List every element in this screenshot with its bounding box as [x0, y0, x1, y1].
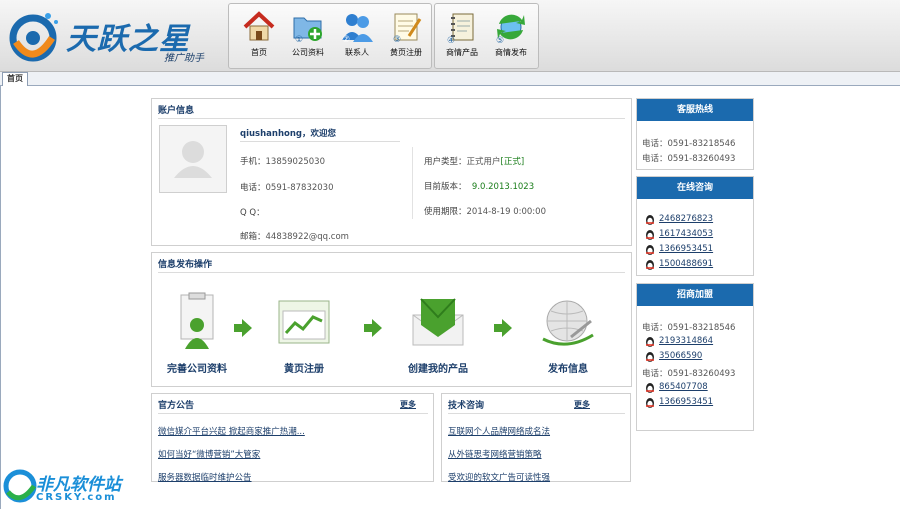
- account-panel-title: 账户信息: [158, 103, 195, 119]
- svg-text:④: ④: [447, 36, 455, 44]
- notice-item[interactable]: 如何当好“微博营销”大管家: [158, 448, 260, 460]
- qq-penguin-icon: [646, 230, 654, 240]
- notepad-pen-icon: ③: [393, 13, 422, 44]
- logo-subtext: 推广助手: [164, 53, 204, 64]
- tech-panel-title: 技术咨询: [448, 398, 485, 414]
- divider: [412, 147, 413, 219]
- hotline-title: 客服热线: [637, 99, 753, 121]
- notice-panel: 官方公告 更多 微信媒介平台兴起 掀起商家推广热潮... 如何当好“微博营销”大…: [151, 393, 434, 483]
- step-company-info[interactable]: 完善公司资料: [158, 291, 236, 375]
- qq-penguin-icon: [646, 215, 654, 225]
- globe-publish-icon: [542, 300, 594, 346]
- app-logo: 天跃之星 推广助手: [6, 8, 226, 64]
- svg-text:⑤: ⑤: [496, 36, 504, 44]
- step-arrow-icon: [364, 319, 382, 337]
- step-arrow-icon: [494, 319, 512, 337]
- divider: [158, 272, 625, 273]
- folder-add-icon: ①: [293, 17, 322, 44]
- top-toolbar: 天跃之星 推广助手 首页 ① 公司资料 ② 联系人 ③ 黄页注册 ④ 商情产品 …: [0, 0, 900, 72]
- divider: [240, 141, 400, 142]
- toolbar-group-1: 首页 ① 公司资料 ② 联系人 ③ 黄页注册: [228, 3, 432, 69]
- home-icon: [243, 11, 275, 41]
- join-title: 招商加盟: [637, 284, 753, 306]
- watermark-logo-icon: [3, 469, 37, 503]
- tech-more-link[interactable]: 更多: [574, 399, 590, 410]
- company-doc-user-icon: [180, 292, 214, 349]
- tel-row: 电话：0591-87832030: [240, 183, 334, 193]
- publish-panel: 信息发布操作 完善公司资料 黄页注册 创建我的产品 发布信息: [151, 252, 632, 387]
- qq-penguin-icon: [646, 245, 654, 255]
- step-publish-info[interactable]: 发布信息: [528, 291, 608, 375]
- step-yellowpage[interactable]: 黄页注册: [264, 291, 344, 375]
- tech-item[interactable]: 受欢迎的软文广告可读性强: [448, 471, 550, 483]
- toolbar-products-button[interactable]: ④ 商情产品: [435, 8, 489, 66]
- join-panel: 招商加盟 电话：0591-83218546 2193314864 3506659…: [636, 283, 754, 431]
- qq-row: Q Q：: [240, 208, 265, 218]
- qq-penguin-icon: [646, 398, 654, 408]
- notice-panel-title: 官方公告: [158, 398, 195, 414]
- hotline-tel: 电话：0591-83260493: [642, 154, 736, 164]
- step-arrow-icon: [234, 319, 252, 337]
- version-row: 目前版本： 9.0.2013.1023: [424, 182, 535, 192]
- notice-item[interactable]: 微信媒介平台兴起 掀起商家推广热潮...: [158, 425, 305, 437]
- toolbar-company-info-button[interactable]: ① 公司资料: [281, 8, 335, 66]
- frame-border: [0, 86, 1, 509]
- notice-more-link[interactable]: 更多: [400, 399, 416, 410]
- qq-penguin-icon: [646, 337, 654, 347]
- email-row: 邮箱：44838922@qq.com: [240, 232, 349, 242]
- svg-text:③: ③: [393, 35, 401, 44]
- svg-text:②: ②: [342, 35, 350, 44]
- hotline-panel: 客服热线 电话：0591-83218546 电话：0591-83260493: [636, 98, 754, 170]
- contacts-icon: ②: [342, 14, 373, 44]
- notebook-icon: ④: [447, 13, 474, 44]
- tech-item[interactable]: 从外链思考网络营销策略: [448, 448, 542, 460]
- qq-link[interactable]: 865407708: [645, 382, 708, 393]
- tab-bar: 首页: [0, 72, 900, 86]
- watermark-subtext: CRSKY.com: [36, 492, 117, 503]
- step-create-product[interactable]: 创建我的产品: [396, 291, 480, 375]
- tab-home[interactable]: 首页: [2, 72, 28, 86]
- envelope-icon: [412, 298, 464, 346]
- toolbar-yellowpage-button[interactable]: ③ 黄页注册: [379, 8, 433, 66]
- qq-link[interactable]: 1500488691: [645, 259, 713, 270]
- tech-panel: 技术咨询 更多 互联网个人品牌网络成名法 从外链思考网络营销策略 受欢迎的软文广…: [441, 393, 631, 483]
- toolbar-home-button[interactable]: 首页: [232, 8, 286, 66]
- hotline-tel: 电话：0591-83218546: [642, 139, 736, 149]
- qq-link[interactable]: 1366953451: [645, 244, 713, 255]
- qq-penguin-icon: [646, 383, 654, 393]
- qq-penguin-icon: [646, 352, 654, 362]
- divider: [158, 118, 625, 119]
- notice-item[interactable]: 服务器数据临时维护公告: [158, 471, 252, 483]
- avatar: [159, 125, 227, 193]
- qq-link[interactable]: 35066590: [645, 351, 702, 362]
- account-panel: 账户信息 qiushanhong，欢迎您 手机：13859025030 电话：0…: [151, 98, 632, 246]
- svg-text:①: ①: [295, 35, 303, 44]
- join-tel: 电话：0591-83260493: [642, 369, 736, 379]
- yellowpage-chart-icon: [278, 300, 330, 344]
- qq-link[interactable]: 2468276823: [645, 214, 713, 225]
- logo-swirl-icon: [9, 13, 58, 62]
- user-placeholder-icon: [174, 141, 212, 178]
- expire-row: 使用期限：2014-8-19 0:00:00: [424, 207, 546, 217]
- qq-link[interactable]: 1366953451: [645, 397, 713, 408]
- join-tel: 电话：0591-83218546: [642, 323, 736, 333]
- site-watermark: 非凡软件站 CRSKY.com: [0, 462, 124, 509]
- qq-penguin-icon: [646, 260, 654, 270]
- toolbar-contacts-button[interactable]: ② 联系人: [330, 8, 384, 66]
- toolbar-publish-button[interactable]: ⑤ 商情发布: [484, 8, 538, 66]
- tech-item[interactable]: 互联网个人品牌网络成名法: [448, 425, 550, 437]
- consult-title: 在线咨询: [637, 177, 753, 199]
- qq-link[interactable]: 1617434053: [645, 229, 713, 240]
- phone-row: 手机：13859025030: [240, 157, 326, 167]
- consult-panel: 在线咨询 2468276823 1617434053 1366953451 15…: [636, 176, 754, 276]
- qq-link[interactable]: 2193314864: [645, 336, 713, 347]
- publish-panel-title: 信息发布操作: [158, 257, 213, 273]
- divider: [158, 413, 428, 414]
- user-type-row: 用户类型：正式用户[正式]: [424, 157, 525, 167]
- greeting-text: qiushanhong，欢迎您: [240, 129, 336, 139]
- divider: [448, 413, 625, 414]
- toolbar-group-2: ④ 商情产品 ⑤ 商情发布: [434, 3, 539, 69]
- refresh-globe-icon: ⑤: [496, 14, 525, 44]
